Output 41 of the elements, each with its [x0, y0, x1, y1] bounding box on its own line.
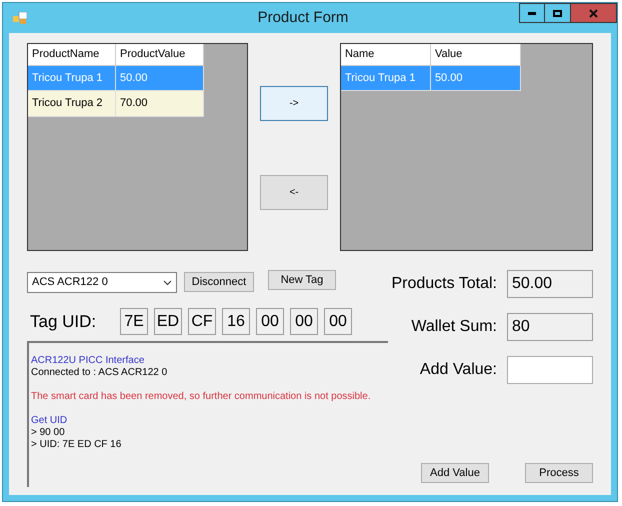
window-title: Product Form: [256, 8, 350, 28]
uid-byte-field[interactable]: CF: [188, 308, 216, 335]
log-line: ACR122U PICC Interface: [31, 355, 146, 367]
summary-label: Wallet Sum:: [411, 317, 497, 337]
reader-dropdown[interactable]: ACS ACR122 0: [27, 272, 177, 293]
table-cell: Tricou Trupa 2: [28, 91, 116, 116]
summary-label: Add Value:: [420, 360, 497, 380]
table-cell: Tricou Trupa 1: [340, 66, 431, 91]
log-line: The smart card has been removed, so further communication is not possible.: [31, 391, 372, 403]
data-grid[interactable]: Name Value Tricou Trupa 1 50.00: [340, 43, 593, 251]
summary-label: Products Total:: [391, 274, 497, 294]
data-grid[interactable]: ProductName ProductValue Tricou Trupa 1 50.00 Tricou Trupa 2 70.00: [27, 43, 248, 251]
table-cell: 70.00: [116, 91, 204, 116]
move-button[interactable]: ->: [260, 86, 328, 121]
value-field: 50.00: [507, 270, 593, 298]
maximize-button[interactable]: [545, 3, 571, 23]
disconnect-button[interactable]: Disconnect: [184, 272, 254, 292]
value-field: 80: [507, 313, 593, 341]
table-cell: 50.00: [430, 66, 521, 91]
app-icon: [13, 12, 27, 24]
log-line: > 90 00: [31, 427, 66, 439]
log-line: Get UID: [31, 415, 68, 427]
action-button[interactable]: Process: [525, 463, 593, 483]
uid-byte-field[interactable]: ED: [154, 308, 182, 335]
uid-byte-field[interactable]: 16: [222, 308, 250, 335]
chevron-down-icon: [163, 280, 172, 286]
uid-byte-field[interactable]: 00: [256, 308, 284, 335]
uid-byte-field[interactable]: 00: [324, 308, 352, 335]
tag-uid-label: Tag UID:: [30, 310, 98, 333]
close-button[interactable]: [571, 3, 617, 23]
uid-byte-field[interactable]: 00: [290, 308, 318, 335]
action-button[interactable]: Add Value: [421, 463, 489, 483]
minimize-button[interactable]: [519, 3, 545, 23]
value-field[interactable]: [507, 356, 593, 384]
grid-row[interactable]: Tricou Trupa 2 70.00: [28, 91, 204, 116]
move-button[interactable]: <-: [260, 175, 328, 210]
new-tag-button[interactable]: New Tag: [268, 270, 336, 290]
log-line: > UID: 7E ED CF 16: [31, 439, 122, 451]
close-icon: [589, 8, 598, 18]
log-line: Connected to : ACS ACR122 0: [31, 367, 168, 379]
uid-byte-field[interactable]: 7E: [120, 308, 148, 335]
